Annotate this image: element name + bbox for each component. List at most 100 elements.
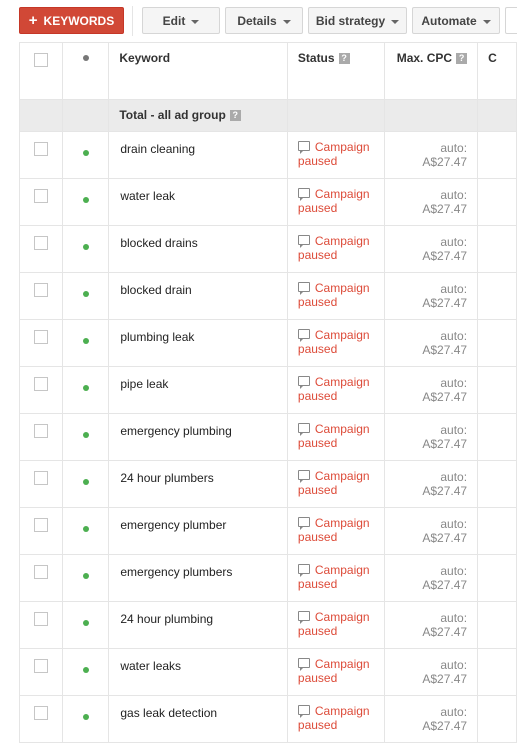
row-checkbox[interactable] bbox=[34, 377, 49, 391]
row-checkbox[interactable] bbox=[34, 565, 49, 579]
speech-bubble-icon[interactable] bbox=[297, 705, 310, 718]
max-cpc-cell[interactable]: auto: A$27.47 bbox=[384, 554, 479, 602]
details-dropdown-button[interactable]: Details bbox=[225, 7, 303, 34]
enabled-status-dot-icon[interactable] bbox=[82, 620, 89, 626]
enabled-status-dot-icon[interactable] bbox=[82, 244, 89, 250]
speech-bubble-icon[interactable] bbox=[297, 658, 310, 671]
keyword-text[interactable]: water leak bbox=[120, 189, 175, 203]
keyword-text[interactable]: water leaks bbox=[120, 659, 181, 673]
row-checkbox[interactable] bbox=[34, 659, 49, 673]
row-checkbox[interactable] bbox=[34, 142, 49, 156]
row-checkbox[interactable] bbox=[34, 471, 49, 485]
table-row[interactable]: drain cleaning Campaign paused auto: A$27.4… bbox=[18, 131, 517, 179]
keyword-text[interactable]: blocked drain bbox=[120, 283, 191, 297]
keyword-cell[interactable]: pipe leak bbox=[108, 366, 288, 414]
enabled-status-dot-icon[interactable] bbox=[82, 714, 89, 720]
row-checkbox[interactable] bbox=[34, 330, 49, 344]
speech-bubble-icon[interactable] bbox=[297, 282, 310, 295]
enabled-status-dot-icon[interactable] bbox=[82, 291, 89, 297]
keyword-cell[interactable]: blocked drains bbox=[108, 225, 288, 273]
table-row[interactable]: emergency plumber Campaign paused auto: A$2… bbox=[18, 507, 517, 555]
keyword-text[interactable]: 24 hour plumbing bbox=[120, 612, 213, 626]
speech-bubble-icon[interactable] bbox=[297, 235, 310, 248]
keyword-text[interactable]: emergency plumbing bbox=[120, 424, 231, 438]
speech-bubble-icon[interactable] bbox=[297, 329, 310, 342]
table-row[interactable]: gas leak detection Campaign paused auto: A$… bbox=[18, 695, 517, 743]
speech-bubble-icon[interactable] bbox=[297, 564, 310, 577]
row-checkbox[interactable] bbox=[34, 612, 49, 626]
keyword-column-header[interactable]: Keyword bbox=[108, 42, 288, 100]
partial-column-header[interactable]: C bbox=[477, 42, 517, 100]
edit-dropdown-button[interactable]: Edit bbox=[142, 7, 220, 34]
bid-strategy-dropdown-button[interactable]: Bid strategy bbox=[308, 7, 407, 34]
enabled-status-dot-icon[interactable] bbox=[82, 385, 89, 391]
keyword-cell[interactable]: water leaks bbox=[108, 648, 288, 696]
max-cpc-cell[interactable]: auto: A$27.47 bbox=[384, 413, 479, 461]
keyword-text[interactable]: gas leak detection bbox=[120, 706, 217, 720]
table-row[interactable]: water leak Campaign paused auto: A$27.47 bbox=[18, 178, 517, 226]
keyword-cell[interactable]: drain cleaning bbox=[108, 131, 288, 179]
max-cpc-cell[interactable]: auto: A$27.47 bbox=[384, 131, 479, 179]
table-row[interactable]: water leaks Campaign paused auto: A$27.47 bbox=[18, 648, 517, 696]
speech-bubble-icon[interactable] bbox=[297, 188, 310, 201]
row-checkbox[interactable] bbox=[34, 518, 49, 532]
speech-bubble-icon[interactable] bbox=[297, 517, 310, 530]
table-row[interactable]: emergency plumbers Campaign paused auto: A$… bbox=[18, 554, 517, 602]
max-cpc-cell[interactable]: auto: A$27.47 bbox=[384, 507, 479, 555]
row-checkbox[interactable] bbox=[34, 189, 49, 203]
max-cpc-cell[interactable]: auto: A$27.47 bbox=[384, 319, 479, 367]
automate-dropdown-button[interactable]: Automate bbox=[412, 7, 500, 34]
keyword-cell[interactable]: emergency plumbing bbox=[108, 413, 288, 461]
enabled-status-dot-icon[interactable] bbox=[82, 338, 89, 344]
max-cpc-cell[interactable]: auto: A$27.47 bbox=[384, 648, 479, 696]
table-row[interactable]: plumbing leak Campaign paused auto: A$27.47 bbox=[18, 319, 517, 367]
max-cpc-cell[interactable]: auto: A$27.47 bbox=[384, 272, 479, 320]
speech-bubble-icon[interactable] bbox=[297, 423, 310, 436]
speech-bubble-icon[interactable] bbox=[297, 141, 310, 154]
max-cpc-cell[interactable]: auto: A$27.47 bbox=[384, 178, 479, 226]
keyword-text[interactable]: plumbing leak bbox=[120, 330, 194, 344]
table-row[interactable]: 24 hour plumbing Campaign paused auto: A$27… bbox=[18, 601, 517, 649]
enabled-status-dot-icon[interactable] bbox=[82, 150, 89, 156]
row-checkbox[interactable] bbox=[34, 283, 49, 297]
partial-toolbar-button[interactable] bbox=[505, 7, 517, 34]
help-icon[interactable]: ? bbox=[338, 53, 350, 64]
speech-bubble-icon[interactable] bbox=[297, 470, 310, 483]
table-row[interactable]: 24 hour plumbers Campaign paused auto: A$27… bbox=[18, 460, 517, 508]
max-cpc-cell[interactable]: auto: A$27.47 bbox=[384, 695, 479, 743]
keyword-cell[interactable]: gas leak detection bbox=[108, 695, 288, 743]
keyword-cell[interactable]: blocked drain bbox=[108, 272, 288, 320]
keyword-text[interactable]: emergency plumbers bbox=[120, 565, 232, 579]
keyword-cell[interactable]: emergency plumbers bbox=[108, 554, 288, 602]
keyword-cell[interactable]: water leak bbox=[108, 178, 288, 226]
keyword-text[interactable]: blocked drains bbox=[120, 236, 197, 250]
max-cpc-cell[interactable]: auto: A$27.47 bbox=[384, 225, 479, 273]
row-checkbox[interactable] bbox=[34, 706, 49, 720]
enabled-status-dot-icon[interactable] bbox=[82, 479, 89, 485]
select-all-checkbox[interactable] bbox=[34, 53, 49, 67]
keyword-cell[interactable]: emergency plumber bbox=[108, 507, 288, 555]
help-icon[interactable]: ? bbox=[229, 110, 241, 121]
enabled-status-dot-icon[interactable] bbox=[82, 573, 89, 579]
keyword-cell[interactable]: 24 hour plumbers bbox=[108, 460, 288, 508]
row-checkbox[interactable] bbox=[34, 424, 49, 438]
max-cpc-column-header[interactable]: Max. CPC? bbox=[384, 42, 479, 100]
max-cpc-cell[interactable]: auto: A$27.47 bbox=[384, 601, 479, 649]
table-row[interactable]: emergency plumbing Campaign paused auto: A$… bbox=[18, 413, 517, 461]
status-column-header[interactable]: Status? bbox=[286, 42, 386, 100]
speech-bubble-icon[interactable] bbox=[297, 611, 310, 624]
max-cpc-cell[interactable]: auto: A$27.47 bbox=[384, 460, 479, 508]
speech-bubble-icon[interactable] bbox=[297, 376, 310, 389]
enabled-status-dot-icon[interactable] bbox=[82, 526, 89, 532]
enabled-status-dot-icon[interactable] bbox=[82, 432, 89, 438]
row-checkbox[interactable] bbox=[34, 236, 49, 250]
enabled-status-dot-icon[interactable] bbox=[82, 197, 89, 203]
table-row[interactable]: blocked drain Campaign paused auto: A$27.47 bbox=[18, 272, 517, 320]
keyword-text[interactable]: 24 hour plumbers bbox=[120, 471, 213, 485]
keyword-cell[interactable]: plumbing leak bbox=[108, 319, 288, 367]
add-keywords-button[interactable]: + KEYWORDS bbox=[19, 7, 124, 34]
help-icon[interactable]: ? bbox=[456, 53, 468, 64]
enabled-status-dot-icon[interactable] bbox=[82, 667, 89, 673]
keyword-text[interactable]: drain cleaning bbox=[120, 142, 195, 156]
table-row[interactable]: pipe leak Campaign paused auto: A$27.47 bbox=[18, 366, 517, 414]
